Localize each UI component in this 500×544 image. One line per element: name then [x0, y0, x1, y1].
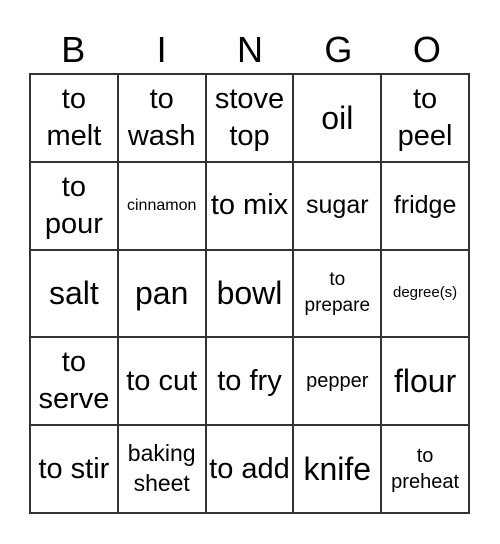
header-letter-i: I	[156, 29, 167, 70]
bingo-grid: to melt to wash stove top oil to peel to…	[29, 73, 470, 514]
bingo-cell: baking sheet	[117, 425, 206, 513]
bingo-cell: cinnamon	[117, 161, 206, 250]
bingo-cell: to fry	[205, 337, 294, 426]
bingo-cell: to wash	[117, 74, 206, 162]
header-letter-n: N	[237, 29, 264, 70]
bingo-cell: to add	[205, 425, 294, 513]
bingo-cell: to mix	[205, 161, 294, 250]
bingo-cell: to preheat	[381, 425, 469, 513]
bingo-cell: degree(s)	[381, 249, 469, 338]
bingo-cell: to serve	[30, 337, 118, 426]
bingo-cell: flour	[381, 337, 469, 426]
bingo-cell: bowl	[205, 249, 294, 338]
header-letter-g: G	[324, 29, 353, 70]
bingo-cell: to peel	[381, 74, 469, 162]
bingo-cell: to cut	[117, 337, 206, 426]
bingo-cell: oil	[293, 74, 382, 162]
bingo-cell: stove top	[205, 74, 294, 162]
bingo-cell: knife	[293, 425, 382, 513]
bingo-cell: to pour	[30, 161, 118, 250]
bingo-cell: to melt	[30, 74, 118, 162]
header-letter-o: O	[412, 29, 441, 70]
bingo-cell: to stir	[30, 425, 118, 513]
bingo-cell: to prepare	[293, 249, 382, 338]
bingo-cell: sugar	[293, 161, 382, 250]
header-letter-b: B	[61, 29, 86, 70]
bingo-cell: pan	[117, 249, 206, 338]
bingo-cell: fridge	[381, 161, 469, 250]
bingo-cell: salt	[30, 249, 118, 338]
bingo-header: B I N G O	[29, 28, 471, 72]
bingo-cell: pepper	[293, 337, 382, 426]
